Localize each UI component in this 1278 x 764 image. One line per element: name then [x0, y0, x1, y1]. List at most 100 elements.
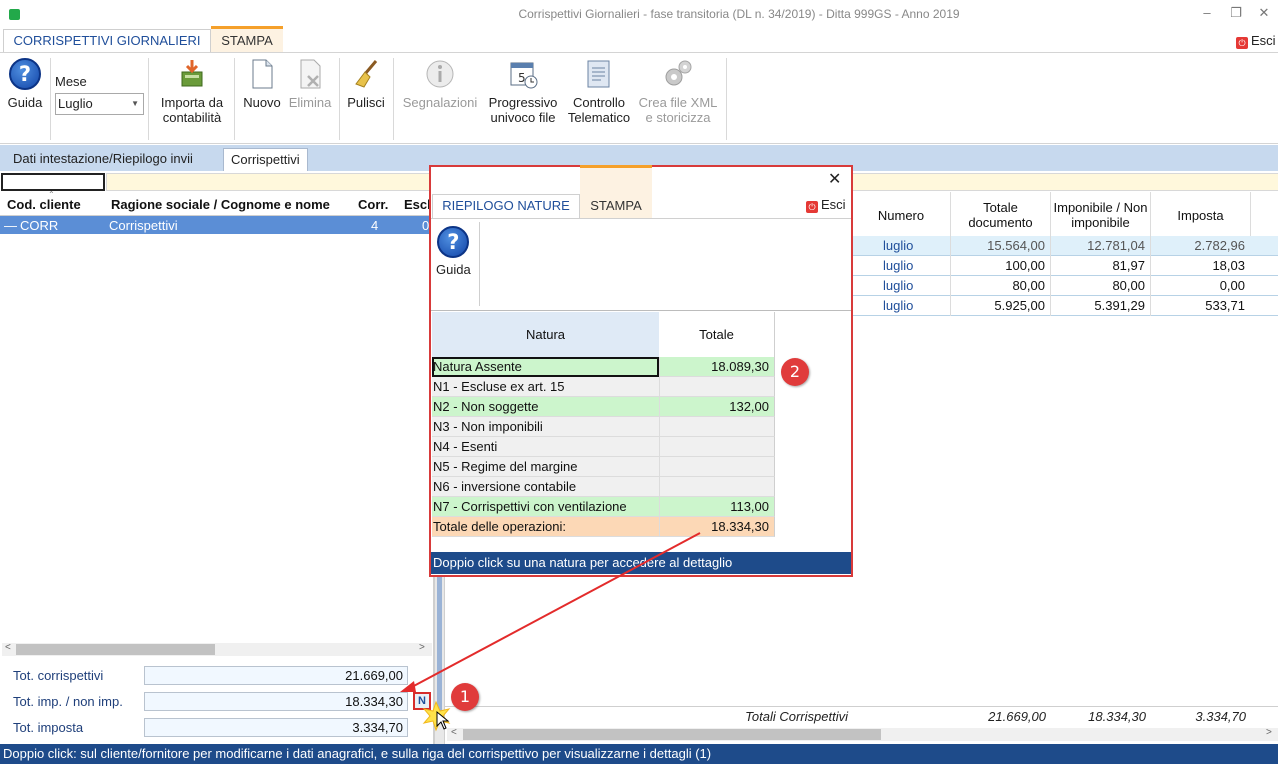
- dialog-close-icon[interactable]: ✕: [828, 169, 841, 189]
- natura-row-totale[interactable]: 18.334,30: [659, 517, 775, 537]
- delete-document-icon: [294, 58, 326, 90]
- popup-ribbon: [431, 218, 851, 311]
- col-cod-cliente[interactable]: Cod. cliente: [7, 197, 81, 212]
- table-row[interactable]: luglio 5.925,00 5.391,29 533,71: [852, 296, 1278, 316]
- cell-numero: luglio: [852, 236, 950, 256]
- col-numero[interactable]: Numero: [852, 192, 950, 238]
- right-scroll-thumb[interactable]: [463, 729, 881, 740]
- tab-stampa[interactable]: STAMPA: [211, 26, 283, 53]
- scroll-left-icon[interactable]: <: [451, 727, 457, 738]
- popup-tab-riepilogo-nature[interactable]: RIEPILOGO NATURE: [432, 194, 580, 218]
- segnalazioni-button[interactable]: Segnalazioni: [398, 58, 482, 110]
- popup-ribbon-separator: [479, 222, 480, 306]
- subtab-corrispettivi[interactable]: Corrispettivi: [223, 148, 308, 172]
- popup-guida-button[interactable]: ? Guida: [436, 226, 471, 277]
- progressivo-label: Progressivo univoco file: [488, 95, 558, 125]
- tot-corrispettivi-value: 21.669,00: [144, 666, 408, 685]
- pulisci-button[interactable]: Pulisci: [345, 58, 387, 110]
- cell-imponibile: 80,00: [1050, 276, 1150, 296]
- gears-icon: [662, 58, 694, 90]
- svg-text:5: 5: [518, 71, 526, 85]
- scroll-right-icon[interactable]: >: [419, 642, 425, 653]
- col-ragione-sociale[interactable]: Ragione sociale / Cognome e nome: [111, 197, 330, 212]
- table-row[interactable]: luglio 15.564,00 12.781,04 2.782,96: [852, 236, 1278, 256]
- left-scroll-thumb[interactable]: [16, 644, 215, 655]
- table-row[interactable]: luglio 80,00 80,00 0,00: [852, 276, 1278, 296]
- clienti-panel: [0, 171, 434, 744]
- restore-button[interactable]: ❐: [1227, 4, 1245, 22]
- totali-label: Totali Corrispettivi: [745, 709, 848, 724]
- crea-xml-label: Crea file XML e storicizza: [638, 95, 718, 125]
- col-totale[interactable]: Totale: [659, 312, 775, 357]
- natura-row-totale[interactable]: 132,00: [659, 397, 775, 417]
- natura-row-totale[interactable]: 18.089,30: [659, 357, 775, 377]
- natura-row-label[interactable]: Natura Assente: [432, 357, 659, 377]
- natura-row-totale[interactable]: [659, 437, 775, 457]
- natura-row-label[interactable]: N2 - Non soggette: [432, 397, 659, 417]
- cell-totale: 15.564,00: [950, 236, 1050, 256]
- help-icon: ?: [437, 226, 470, 258]
- natura-row-label[interactable]: N5 - Regime del margine: [432, 457, 659, 477]
- col-imposta[interactable]: Imposta: [1150, 192, 1250, 238]
- natura-row-totale[interactable]: [659, 457, 775, 477]
- scroll-right-icon[interactable]: >: [1266, 727, 1272, 738]
- col-totale-documento[interactable]: Totale documento: [950, 192, 1050, 238]
- natura-row-label[interactable]: N3 - Non imponibili: [432, 417, 659, 437]
- window-title: Corrispettivi Giornalieri - fase transit…: [518, 7, 960, 21]
- tot-imposta-value: 3.334,70: [144, 718, 408, 737]
- splitter-handle[interactable]: [437, 560, 442, 715]
- natura-row-totale[interactable]: 113,00: [659, 497, 775, 517]
- natura-row-label[interactable]: N4 - Esenti: [432, 437, 659, 457]
- popup-tab-stampa[interactable]: STAMPA: [580, 165, 652, 218]
- popup-esci-button[interactable]: ⏻ Esci: [806, 197, 846, 213]
- table-row[interactable]: [0, 216, 434, 234]
- col-imponibile[interactable]: Imponibile / Non imponibile: [1050, 192, 1150, 238]
- natura-row-totale[interactable]: [659, 477, 775, 497]
- controllo-telematico-button[interactable]: Controllo Telematico: [564, 58, 634, 125]
- tab-corrispettivi-giornalieri[interactable]: CORRISPETTIVI GIORNALIERI: [3, 29, 211, 53]
- importa-label: Importa da contabilità: [160, 95, 224, 125]
- importa-button[interactable]: Importa da contabilità: [154, 58, 230, 125]
- cell-totale: 80,00: [950, 276, 1050, 296]
- natura-row-label[interactable]: Totale delle operazioni:: [432, 517, 659, 537]
- col-natura[interactable]: Natura: [432, 312, 659, 357]
- guida-button[interactable]: ? Guida: [5, 58, 45, 110]
- cell-imposta: 2.782,96: [1150, 236, 1250, 256]
- cell-ragione: Corrispettivi: [109, 218, 178, 233]
- table-row[interactable]: luglio 100,00 81,97 18,03: [852, 256, 1278, 276]
- status-bar: Doppio click: sul cliente/fornitore per …: [0, 744, 1278, 764]
- natura-row-totale[interactable]: [659, 417, 775, 437]
- calendar-clock-icon: 5: [507, 58, 539, 90]
- scroll-left-icon[interactable]: <: [5, 642, 11, 653]
- minimize-button[interactable]: –: [1198, 4, 1216, 22]
- crea-xml-button[interactable]: Crea file XML e storicizza: [636, 58, 720, 125]
- tot-imp-label: Tot. imp. / non imp.: [13, 694, 123, 709]
- popup-esci-label: Esci: [821, 197, 846, 212]
- tot-imp-value: 18.334,30: [144, 692, 408, 711]
- cell-totale: 100,00: [950, 256, 1050, 276]
- tot-corrispettivi-label: Tot. corrispettivi: [13, 668, 104, 683]
- chevron-down-icon: ▼: [131, 99, 139, 108]
- natura-row-totale[interactable]: [659, 377, 775, 397]
- progressivo-button[interactable]: 5 Progressivo univoco file: [484, 58, 562, 125]
- nuovo-button[interactable]: Nuovo: [239, 58, 285, 110]
- close-window-button[interactable]: ✕: [1255, 4, 1273, 22]
- filter-row[interactable]: [106, 173, 436, 191]
- filter-input-cod-cliente[interactable]: [1, 173, 105, 191]
- col-escl[interactable]: Escl: [404, 197, 432, 212]
- help-icon: ?: [9, 58, 41, 90]
- ribbon-separator: [50, 58, 51, 140]
- tot-imposta-label: Tot. imposta: [13, 720, 84, 735]
- cell-numero: luglio: [852, 296, 950, 316]
- esci-button[interactable]: ⏻ Esci: [1236, 33, 1276, 49]
- natura-row-label[interactable]: N7 - Corrispettivi con ventilazione: [432, 497, 659, 517]
- totali-imposta: 3.334,70: [1195, 709, 1246, 724]
- subtab-dati-intestazione[interactable]: Dati intestazione/Riepilogo invii: [6, 148, 200, 170]
- natura-row-label[interactable]: N6 - inversione contabile: [432, 477, 659, 497]
- elimina-button[interactable]: Elimina: [286, 58, 334, 110]
- col-corr[interactable]: Corr.: [358, 197, 388, 212]
- check-document-icon: [583, 58, 615, 90]
- natura-row-label[interactable]: N1 - Escluse ex art. 15: [432, 377, 659, 397]
- nature-button[interactable]: N: [413, 692, 431, 710]
- mese-select[interactable]: Luglio ▼: [55, 93, 144, 115]
